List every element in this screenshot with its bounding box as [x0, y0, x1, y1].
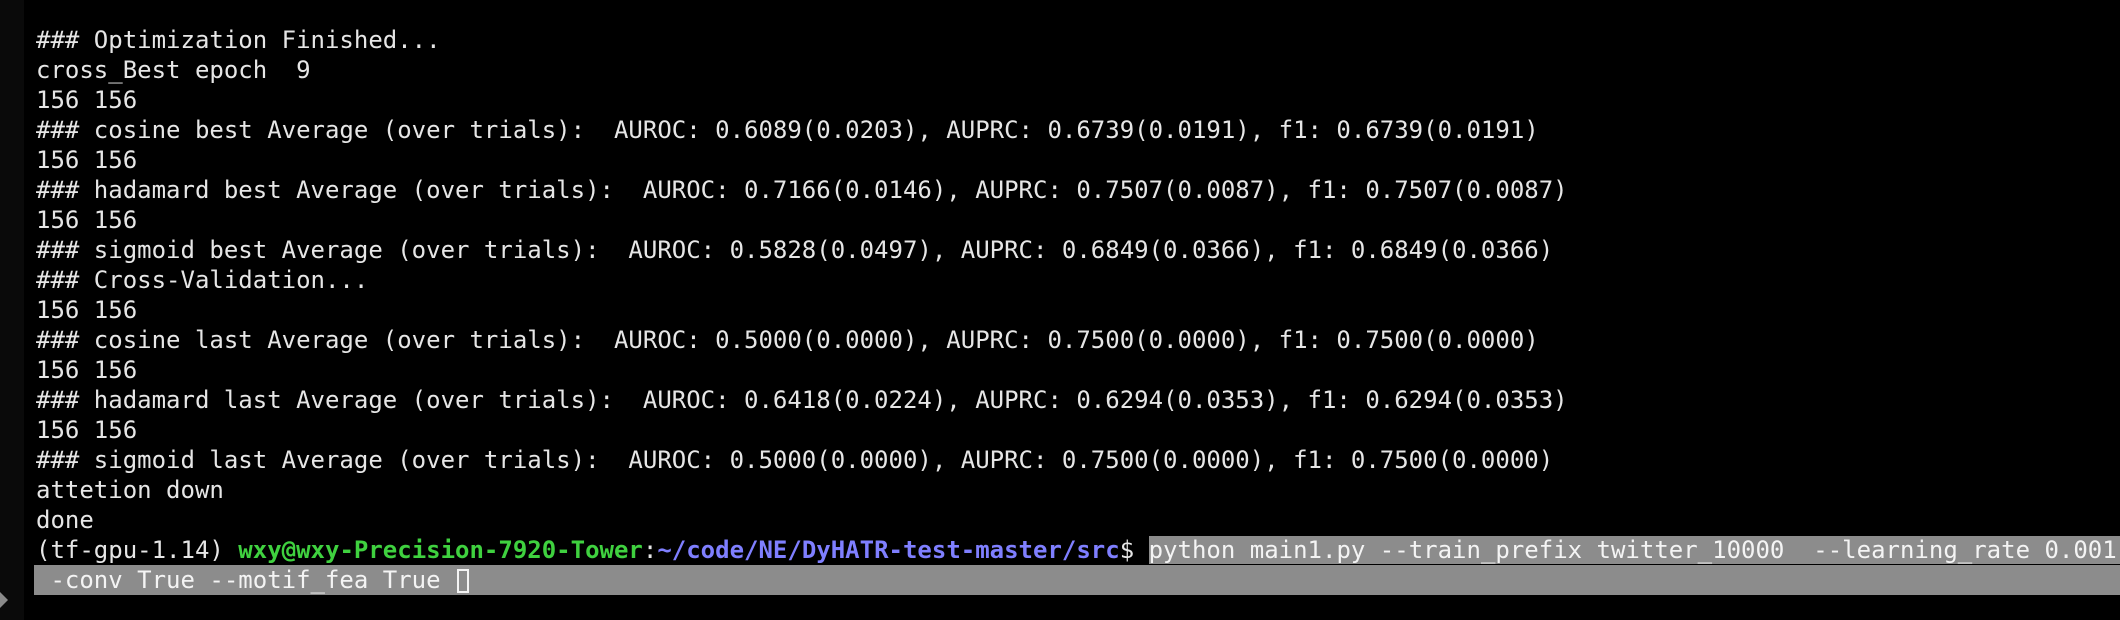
output-line: ### Optimization Finished...	[36, 26, 441, 54]
left-gutter	[0, 0, 24, 620]
terminal-output: ### Optimization Finished... cross_Best …	[34, 25, 2120, 595]
output-line: ### hadamard best Average (over trials):…	[36, 176, 1568, 204]
output-line: ### Cross-Validation...	[36, 266, 369, 294]
conda-env-label: (tf-gpu-1.14)	[36, 536, 239, 564]
prompt-symbol: $	[1119, 536, 1149, 564]
output-line: ### cosine last Average (over trials): A…	[36, 326, 1539, 354]
output-line: 156 156	[36, 206, 138, 234]
command-continuation[interactable]: -conv True --motif_fea True	[34, 565, 2120, 595]
command-input[interactable]: python main1.py --train_prefix twitter_1…	[1148, 536, 2120, 564]
command-continuation-text[interactable]: -conv True --motif_fea True	[36, 566, 455, 594]
output-line: 156 156	[36, 146, 138, 174]
shell-prompt[interactable]: (tf-gpu-1.14) wxy@wxy-Precision-7920-Tow…	[36, 535, 2120, 565]
expand-arrow-icon[interactable]	[0, 592, 8, 608]
working-directory: ~/code/NE/DyHATR-test-master/src	[657, 536, 1120, 564]
output-line: done	[36, 506, 94, 534]
output-line: 156 156	[36, 296, 138, 324]
output-line: ### sigmoid best Average (over trials): …	[36, 236, 1554, 264]
output-line: 156 156	[36, 416, 138, 444]
output-line: 156 156	[36, 356, 138, 384]
output-line: attetion down	[36, 476, 224, 504]
prompt-separator: :	[642, 536, 658, 564]
output-line: ### sigmoid last Average (over trials): …	[36, 446, 1554, 474]
output-line: ### hadamard last Average (over trials):…	[36, 386, 1568, 414]
output-line: cross_Best epoch 9	[36, 56, 311, 84]
user-host: wxy@wxy-Precision-7920-Tower	[238, 536, 643, 564]
terminal-window[interactable]: ### Optimization Finished... cross_Best …	[0, 0, 2120, 620]
output-line: 156 156	[36, 86, 138, 114]
output-line: ### cosine best Average (over trials): A…	[36, 116, 1539, 144]
text-cursor-icon	[457, 569, 470, 593]
